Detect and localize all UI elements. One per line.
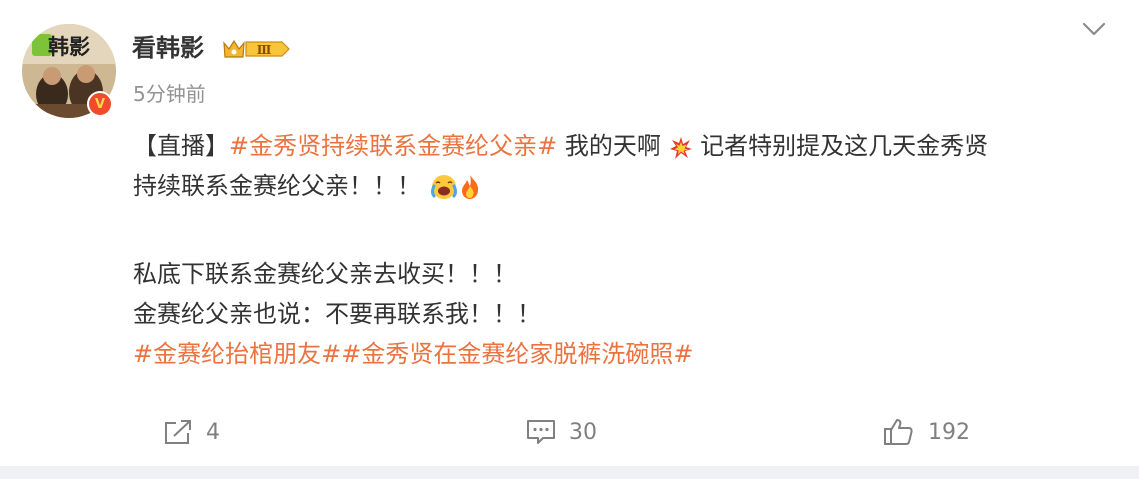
share-icon (165, 420, 191, 444)
post-line-2: 持续联系金赛纶父亲！！！ (133, 166, 1113, 206)
post-line-3: 私底下联系金赛纶父亲去收买！！！ (133, 254, 1113, 294)
post-time[interactable]: 5分钟前 (133, 80, 206, 108)
verified-badge-icon: V (87, 91, 113, 117)
post-text-segment: 持续联系金赛纶父亲！！！ (133, 172, 421, 200)
hashtag-link[interactable]: #金秀贤在金赛纶家脱裤洗碗照# (341, 340, 693, 368)
author-name[interactable]: 看韩影 (132, 32, 204, 64)
post-text: 【直播】#金秀贤持续联系金赛纶父亲# 我的天啊 记者特别提及这几天金秀贤 持续联… (133, 126, 1113, 374)
weibo-post-card: 韩影 V 看韩影 Ⅲ 5分钟前 【直播】#金秀贤持续联系金赛纶父亲# 我的天啊 (0, 0, 1139, 466)
share-button[interactable]: 4 (162, 412, 220, 452)
post-prefix: 【直播】 (133, 132, 229, 160)
hashtag-link[interactable]: #金赛纶抬棺朋友# (133, 340, 341, 368)
post-text-segment: 金赛纶父亲也说：不要再联系我！！！ (133, 300, 541, 328)
post-text-segment: 记者特别提及这几天金秀贤 (692, 132, 989, 160)
explosion-emoji-icon (669, 132, 693, 172)
thumbs-up-icon (884, 419, 913, 445)
post-line-4: 金赛纶父亲也说：不要再联系我！！！ (133, 294, 1113, 334)
comment-icon (527, 420, 555, 444)
avatar-logo-text: 韩影 (48, 35, 90, 59)
post-text-segment: 我的天啊 (557, 132, 661, 160)
hashtag-link[interactable]: #金秀贤持续联系金赛纶父亲# (229, 132, 557, 160)
fire-emoji-icon (459, 172, 481, 212)
like-count: 192 (928, 419, 970, 445)
vip-level-label: Ⅲ (257, 43, 272, 57)
post-line-5: #金赛纶抬棺朋友##金秀贤在金赛纶家脱裤洗碗照# (133, 334, 1113, 374)
chevron-down-icon[interactable] (1079, 16, 1109, 42)
comment-button[interactable]: 30 (525, 412, 597, 452)
post-line-1: 【直播】#金秀贤持续联系金赛纶父亲# 我的天啊 记者特别提及这几天金秀贤 (133, 126, 1113, 166)
crying-face-emoji-icon (429, 172, 459, 212)
feed-separator (0, 466, 1139, 479)
post-text-segment: 私底下联系金赛纶父亲去收买！！！ (133, 260, 517, 288)
vip-crown-badge-icon[interactable]: Ⅲ (222, 37, 292, 61)
comment-count: 30 (569, 419, 597, 445)
share-count: 4 (206, 419, 220, 445)
like-button[interactable]: 192 (882, 412, 970, 452)
